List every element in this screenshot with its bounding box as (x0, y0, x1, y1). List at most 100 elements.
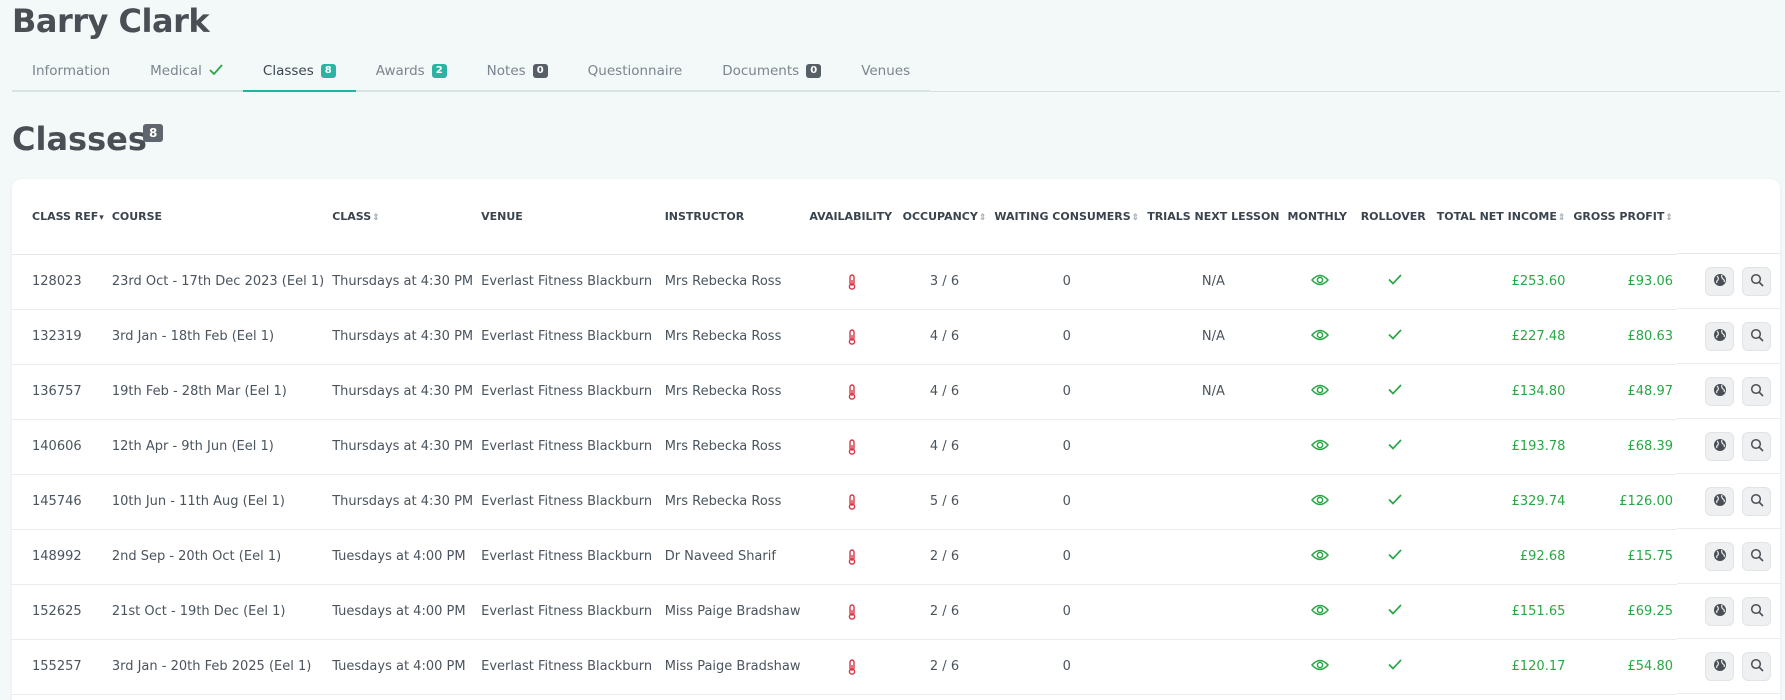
cell-availability (805, 364, 899, 420)
cell-gross-profit: £126.00 (1569, 474, 1677, 530)
search-icon (1750, 602, 1764, 621)
tab-questionnaire[interactable]: Questionnaire (567, 52, 703, 92)
eye-icon[interactable] (1311, 604, 1330, 620)
eye-icon[interactable] (1311, 549, 1330, 565)
view-details-button[interactable] (1742, 486, 1771, 516)
view-online-button[interactable] (1705, 596, 1734, 626)
tab-medical[interactable]: Medical (130, 52, 243, 92)
row-actions-group (1677, 529, 1780, 584)
thermometer-icon (847, 383, 857, 400)
classes-table: CLASS REF▾ COURSE CLASS⇕ VENUE INSTRUCTO… (12, 179, 1677, 695)
tab-count-badge: 8 (320, 64, 336, 78)
view-details-button[interactable] (1742, 266, 1771, 296)
cell-monthly (1283, 364, 1357, 420)
cell-instructor: Mrs Rebecka Ross (660, 419, 806, 475)
eye-icon[interactable] (1311, 494, 1330, 510)
header-occupancy[interactable]: OCCUPANCY⇕ (898, 179, 991, 255)
cell-gross-profit: £68.39 (1569, 419, 1677, 475)
eye-icon[interactable] (1311, 659, 1330, 675)
cell-instructor: Dr Naveed Sharif (660, 529, 806, 585)
tab-label: Venues (861, 63, 911, 79)
eye-icon[interactable] (1311, 384, 1330, 400)
table-row: 140606 12th Apr - 9th Jun (Eel 1) Thursday… (12, 419, 1677, 475)
tab-venues[interactable]: Venues (841, 52, 931, 92)
cell-availability (805, 529, 899, 585)
eye-icon[interactable] (1311, 329, 1330, 345)
tab-notes[interactable]: Notes 0 (466, 52, 568, 92)
tab-classes[interactable]: Classes 8 (242, 52, 356, 92)
view-online-button[interactable] (1705, 431, 1734, 461)
view-details-button[interactable] (1742, 321, 1771, 351)
header-waiting-consumers[interactable]: WAITING CONSUMERS⇕ (990, 179, 1144, 255)
row-actions-group (1677, 474, 1780, 529)
view-online-button[interactable] (1705, 376, 1734, 406)
view-online-button[interactable] (1705, 651, 1734, 681)
thermometer-icon (847, 273, 857, 290)
cell-class: Tuesdays at 4:00 PM (328, 584, 478, 640)
cell-venue: Everlast Fitness Blackburn (477, 364, 661, 420)
tab-information[interactable]: Information (12, 52, 131, 92)
section-title: Classes (12, 120, 147, 158)
header-instructor: INSTRUCTOR (660, 179, 806, 255)
cell-monthly (1283, 254, 1357, 310)
tab-label: Classes (262, 63, 314, 79)
header-trials-next-lesson: TRIALS NEXT LESSON (1143, 179, 1284, 255)
cell-rollover (1356, 639, 1433, 695)
view-online-button[interactable] (1705, 266, 1734, 296)
view-online-button[interactable] (1705, 321, 1734, 351)
check-icon (209, 62, 223, 80)
check-icon (1388, 329, 1402, 344)
cell-monthly (1283, 309, 1357, 365)
eye-icon[interactable] (1311, 274, 1330, 290)
tab-label: Medical (150, 63, 202, 79)
view-details-button[interactable] (1742, 596, 1771, 626)
view-online-button[interactable] (1705, 486, 1734, 516)
view-details-button[interactable] (1742, 431, 1771, 461)
cell-rollover (1356, 529, 1433, 585)
cell-waiting-consumers: 0 (990, 364, 1144, 420)
cell-venue: Everlast Fitness Blackburn (477, 419, 661, 475)
eye-icon[interactable] (1311, 439, 1330, 455)
cell-occupancy: 5 / 6 (898, 474, 991, 530)
cell-gross-profit: £54.80 (1569, 639, 1677, 695)
tab-awards[interactable]: Awards 2 (355, 52, 467, 92)
cell-occupancy: 2 / 6 (898, 639, 991, 695)
profile-tabs: Information Medical Classes 8 Awards 2 Notes 0 Q… (12, 52, 1780, 92)
cell-availability (805, 639, 899, 695)
view-online-button[interactable] (1705, 541, 1734, 571)
cell-trials-next-lesson (1143, 584, 1284, 640)
tab-documents[interactable]: Documents 0 (702, 52, 842, 92)
cell-waiting-consumers: 0 (990, 639, 1144, 695)
cell-venue: Everlast Fitness Blackburn (477, 529, 661, 585)
view-details-button[interactable] (1742, 541, 1771, 571)
table-row: 155257 3rd Jan - 20th Feb 2025 (Eel 1) Tue… (12, 639, 1677, 695)
globe-icon (1713, 492, 1727, 511)
table-row: 152625 21st Oct - 19th Dec (Eel 1) Tuesday… (12, 584, 1677, 640)
tab-count-badge: 0 (806, 64, 822, 78)
cell-waiting-consumers: 0 (990, 529, 1144, 585)
header-gross-profit[interactable]: GROSS PROFIT⇕ (1569, 179, 1677, 255)
check-icon (1388, 659, 1402, 674)
cell-occupancy: 4 / 6 (898, 419, 991, 475)
page-title: Barry Clark (12, 2, 210, 40)
cell-trials-next-lesson: N/A (1143, 364, 1284, 420)
cell-availability (805, 254, 899, 310)
cell-gross-profit: £69.25 (1569, 584, 1677, 640)
header-class[interactable]: CLASS⇕ (328, 179, 478, 255)
header-total-net-income[interactable]: TOTAL NET INCOME⇕ (1432, 179, 1570, 255)
cell-total-net-income: £227.48 (1432, 309, 1570, 365)
cell-trials-next-lesson (1143, 639, 1284, 695)
search-icon (1750, 547, 1764, 566)
view-details-button[interactable] (1742, 376, 1771, 406)
header-class-ref[interactable]: CLASS REF▾ (12, 179, 108, 255)
header-rollover: ROLLOVER (1356, 179, 1433, 255)
cell-rollover (1356, 419, 1433, 475)
cell-instructor: Mrs Rebecka Ross (660, 474, 806, 530)
cell-class-ref: 132319 (12, 309, 108, 365)
tab-label: Information (32, 63, 111, 79)
cell-trials-next-lesson: N/A (1143, 309, 1284, 365)
thermometer-icon (847, 658, 857, 675)
cell-class: Thursdays at 4:30 PM (328, 419, 478, 475)
view-details-button[interactable] (1742, 651, 1771, 681)
tab-count-badge: 2 (431, 64, 447, 78)
